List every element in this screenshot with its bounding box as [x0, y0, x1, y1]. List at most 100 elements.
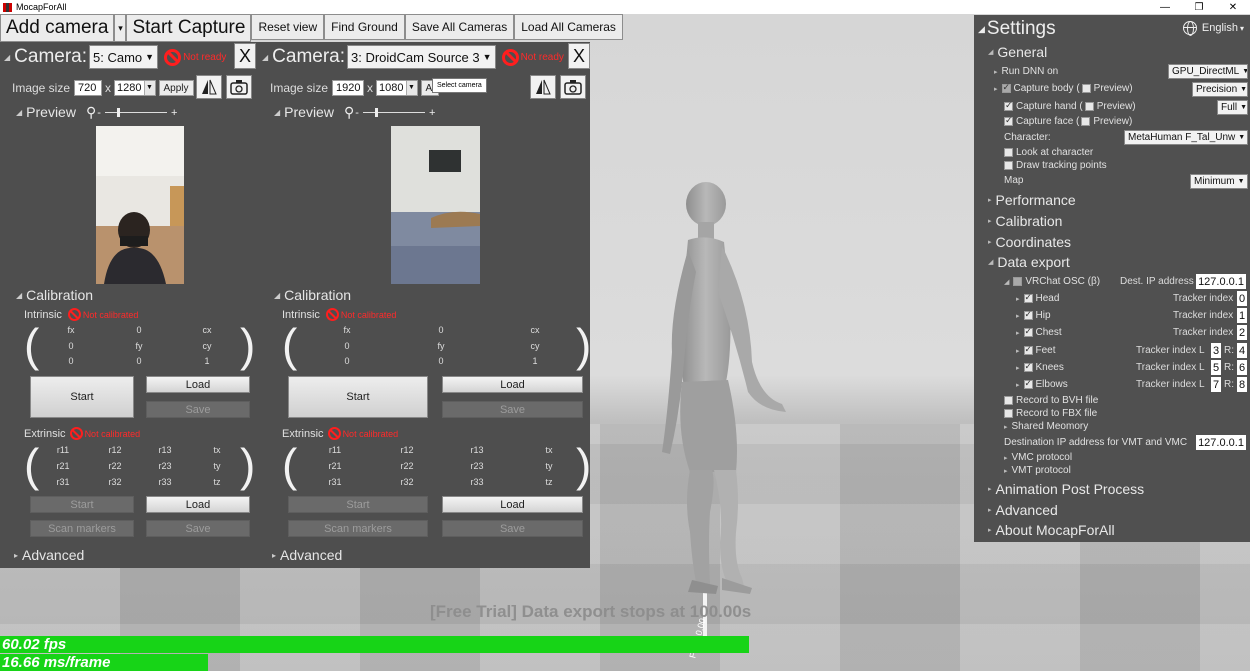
image-height-select[interactable]: 1280 ▼: [114, 80, 156, 96]
capture-body-select[interactable]: Precision ▼: [1192, 82, 1248, 97]
draw-tracking-points-checkbox[interactable]: [1004, 161, 1013, 170]
extrinsic-start-button[interactable]: Start: [288, 496, 428, 513]
data-export-section-header[interactable]: ◢ Data export: [988, 254, 1070, 270]
image-width-input[interactable]: 1920: [332, 80, 365, 96]
mirror-icon: [536, 79, 551, 95]
image-width-input[interactable]: 720: [74, 80, 103, 96]
advanced-header[interactable]: ▸ Advanced: [272, 547, 342, 563]
intrinsic-start-button[interactable]: Start: [30, 376, 134, 418]
settings-panel: ◢ Settings English ▾ ◢ General ▸ Run DNN on …: [974, 15, 1250, 542]
camera-source-select[interactable]: 5: Camo ▼: [89, 45, 159, 69]
tracker-knees-r-input[interactable]: 6: [1237, 360, 1247, 375]
dest-ip-vmt-input[interactable]: 127.0.0.1: [1196, 435, 1246, 450]
mirror-button[interactable]: [196, 75, 222, 99]
tracker-head-checkbox[interactable]: [1023, 292, 1033, 303]
extrinsic-save-button[interactable]: Save: [146, 520, 250, 537]
face-preview-checkbox[interactable]: [1081, 117, 1091, 126]
map-select[interactable]: Minimum ▼: [1190, 174, 1248, 189]
rotate-camera-button[interactable]: [226, 75, 252, 99]
tracker-elbows-r-input[interactable]: 8: [1237, 377, 1247, 392]
matrix-left-paren: (: [282, 319, 298, 371]
tracker-hip-index-input[interactable]: 1: [1237, 308, 1247, 323]
intrinsic-load-button[interactable]: Load: [442, 376, 583, 393]
tracker-hip-checkbox[interactable]: [1023, 309, 1033, 320]
find-ground-button[interactable]: Find Ground: [324, 14, 405, 40]
image-height-select[interactable]: 1080 ▼: [376, 80, 418, 96]
tracker-feet-l-input[interactable]: 3: [1211, 343, 1221, 358]
advanced-header[interactable]: ▸ Advanced: [14, 547, 84, 563]
character-select[interactable]: MetaHuman F_Tal_Unw ▼: [1124, 130, 1248, 145]
intrinsic-start-button[interactable]: Start: [288, 376, 428, 418]
tracker-index-label: Tracker index L: [1136, 379, 1205, 390]
zoom-slider[interactable]: [104, 108, 167, 117]
intrinsic-save-button[interactable]: Save: [442, 401, 583, 418]
capture-body-checkbox[interactable]: [1001, 82, 1011, 93]
tracker-chest-checkbox[interactable]: [1023, 326, 1033, 337]
close-window-button[interactable]: ✕: [1216, 2, 1250, 13]
zoom-control[interactable]: ⚲ - +: [86, 104, 177, 121]
capture-face-checkbox[interactable]: [1004, 115, 1013, 126]
scan-markers-button[interactable]: Scan markers: [288, 520, 428, 537]
reset-view-button[interactable]: Reset view: [251, 14, 325, 40]
window-title: MocapForAll: [16, 2, 67, 12]
rotate-camera-button[interactable]: [560, 75, 586, 99]
calibration-header[interactable]: ◢ Calibration: [274, 287, 351, 303]
collapse-triangle-icon[interactable]: ◢: [4, 53, 10, 62]
tracker-knees-l-input[interactable]: 5: [1211, 360, 1221, 375]
shared-memory-row[interactable]: ▸ Shared Meomory: [1004, 421, 1088, 432]
vmc-protocol-row[interactable]: ▸ VMC protocol: [1004, 452, 1072, 463]
coordinates-section-header[interactable]: ▸ Coordinates: [988, 234, 1071, 250]
extrinsic-load-button[interactable]: Load: [146, 496, 250, 513]
calibration-section-header[interactable]: ▸ Calibration: [988, 213, 1062, 229]
intrinsic-load-button[interactable]: Load: [146, 376, 250, 393]
add-camera-dropdown[interactable]: ▾: [114, 14, 127, 42]
advanced-section-header[interactable]: ▸ Advanced: [988, 502, 1058, 518]
general-section-header[interactable]: ◢ General: [988, 44, 1047, 60]
start-capture-button[interactable]: Start Capture: [126, 14, 252, 42]
language-select[interactable]: English ▾: [1182, 21, 1244, 36]
extrinsic-load-button[interactable]: Load: [442, 496, 583, 513]
record-bvh-checkbox[interactable]: [1004, 396, 1013, 405]
tracker-head-index-input[interactable]: 0: [1237, 291, 1247, 306]
record-fbx-checkbox[interactable]: [1004, 409, 1013, 418]
animation-post-process-header[interactable]: ▸ Animation Post Process: [988, 481, 1144, 497]
vrchat-osc-checkbox[interactable]: [1013, 277, 1023, 286]
vmt-protocol-row[interactable]: ▸ VMT protocol: [1004, 465, 1071, 476]
scan-markers-button[interactable]: Scan markers: [30, 520, 134, 537]
collapse-triangle-icon[interactable]: ◢: [262, 53, 268, 62]
calibration-header[interactable]: ◢ Calibration: [16, 287, 93, 303]
add-camera-button[interactable]: Add camera: [0, 14, 115, 42]
extrinsic-start-button[interactable]: Start: [30, 496, 134, 513]
maximize-button[interactable]: ❐: [1182, 2, 1216, 13]
apply-button[interactable]: Apply: [158, 80, 194, 96]
camera-source-select[interactable]: 3: DroidCam Source 3 ▼: [347, 45, 496, 69]
tracker-feet-checkbox[interactable]: [1023, 344, 1033, 355]
performance-section-header[interactable]: ▸ Performance: [988, 192, 1076, 208]
look-at-character-checkbox[interactable]: [1004, 148, 1013, 157]
tracker-chest-index-input[interactable]: 2: [1237, 325, 1247, 340]
zoom-slider[interactable]: [362, 108, 425, 117]
tracker-feet-r-input[interactable]: 4: [1237, 343, 1247, 358]
save-all-cameras-button[interactable]: Save All Cameras: [404, 14, 515, 40]
zoom-control[interactable]: ⚲ - +: [344, 104, 435, 121]
minimize-button[interactable]: —: [1148, 2, 1182, 13]
tracker-elbows-checkbox[interactable]: [1023, 378, 1033, 389]
about-section-header[interactable]: ▸ About MocapForAll: [988, 522, 1115, 538]
extrinsic-save-button[interactable]: Save: [442, 520, 583, 537]
load-all-cameras-button[interactable]: Load All Cameras: [514, 14, 623, 40]
run-dnn-select[interactable]: GPU_DirectML▼: [1168, 64, 1248, 79]
settings-title[interactable]: ◢ Settings: [978, 18, 1056, 40]
dest-ip-input[interactable]: 127.0.0.1: [1196, 274, 1246, 289]
intrinsic-save-button[interactable]: Save: [146, 401, 250, 418]
preview-header[interactable]: ◢ Preview: [274, 104, 334, 120]
capture-hand-checkbox[interactable]: [1004, 100, 1013, 111]
hand-preview-checkbox[interactable]: [1084, 102, 1094, 111]
close-camera-button[interactable]: X: [568, 43, 590, 69]
body-preview-checkbox[interactable]: [1081, 84, 1091, 93]
close-camera-button[interactable]: X: [234, 43, 256, 69]
tracker-knees-checkbox[interactable]: [1023, 361, 1033, 372]
capture-hand-select[interactable]: Full ▼: [1217, 100, 1248, 115]
preview-header[interactable]: ◢ Preview: [16, 104, 76, 120]
mirror-button[interactable]: [530, 75, 556, 99]
tracker-elbows-l-input[interactable]: 7: [1211, 377, 1221, 392]
